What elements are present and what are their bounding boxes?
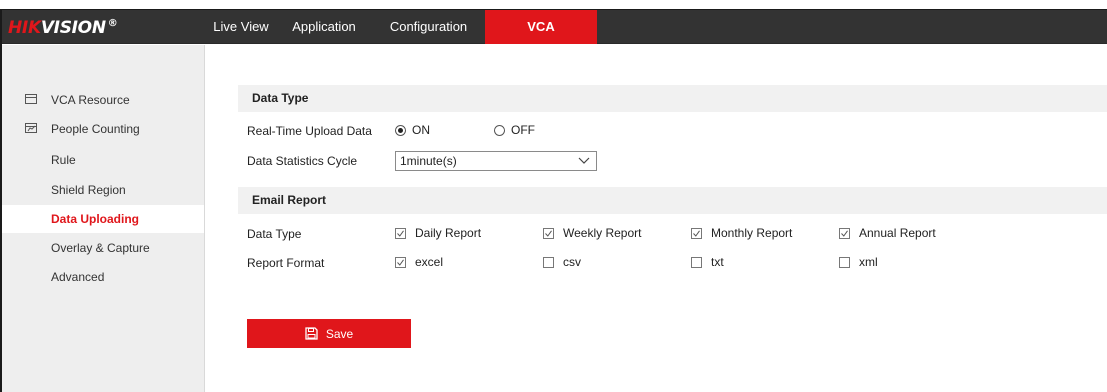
sidebar-item-label: Data Uploading (51, 212, 140, 226)
annual-report-checkbox[interactable]: Annual Report (839, 226, 936, 240)
sidebar-item-label: Rule (51, 153, 76, 167)
realtime-off-radio[interactable]: OFF (494, 123, 535, 137)
save-button[interactable]: Save (247, 319, 411, 348)
nav-configuration[interactable]: Configuration (372, 10, 485, 44)
top-navigation-bar: HIKVISION ® Live View Application Configu… (2, 10, 1107, 44)
sidebar-item-data-uploading[interactable]: Data Uploading (2, 205, 204, 233)
sidebar-group-vca-resource[interactable]: VCA Resource (2, 86, 204, 114)
section-header-email-report: Email Report (238, 187, 1107, 214)
chevron-down-icon (578, 157, 590, 164)
main-nav: Live View Application Configuration VCA (206, 10, 597, 44)
format-xml-checkbox[interactable]: xml (839, 255, 878, 269)
sidebar-item-label: Overlay & Capture (51, 241, 150, 255)
format-excel-checkbox[interactable]: excel (395, 255, 443, 269)
monthly-report-checkbox[interactable]: Monthly Report (691, 226, 792, 240)
app-window: HIKVISION ® Live View Application Configu… (0, 9, 1107, 392)
hikvision-logo: HIKVISION ® (8, 18, 118, 38)
checkbox-checked-icon (839, 227, 850, 239)
checkbox-checked-icon (543, 227, 554, 239)
statistics-cycle-label: Data Statistics Cycle (247, 154, 358, 168)
section-header-data-type: Data Type (238, 85, 1107, 112)
realtime-on-radio[interactable]: ON (395, 123, 430, 137)
weekly-report-checkbox[interactable]: Weekly Report (543, 226, 641, 240)
sidebar-group-label: VCA Resource (51, 93, 130, 107)
sidebar: VCA Resource People Counting Rule Shield… (2, 45, 205, 392)
sidebar-item-rule[interactable]: Rule (2, 146, 204, 174)
nav-vca[interactable]: VCA (485, 10, 597, 44)
sidebar-group-people-counting[interactable]: People Counting (2, 115, 204, 143)
checkbox-unchecked-icon (839, 256, 850, 268)
radio-checked-icon (395, 124, 406, 136)
chart-icon (25, 123, 37, 133)
format-csv-checkbox[interactable]: csv (543, 255, 581, 269)
statistics-cycle-select[interactable]: 1minute(s) (395, 151, 597, 171)
sidebar-item-advanced[interactable]: Advanced (2, 263, 204, 291)
save-button-label: Save (325, 326, 354, 341)
daily-report-checkbox[interactable]: Daily Report (395, 226, 481, 240)
nav-application[interactable]: Application (276, 10, 372, 44)
floppy-disk-icon (305, 327, 318, 340)
sidebar-item-overlay-capture[interactable]: Overlay & Capture (2, 234, 204, 262)
checkbox-checked-icon (395, 227, 406, 239)
sidebar-item-label: Shield Region (51, 183, 126, 197)
statistics-cycle-value: 1minute(s) (400, 154, 457, 168)
report-format-label: Report Format (247, 256, 325, 270)
sidebar-item-label: Advanced (51, 270, 105, 284)
checkbox-checked-icon (395, 256, 406, 268)
checkbox-unchecked-icon (543, 256, 554, 268)
radio-unchecked-icon (494, 124, 505, 136)
email-data-type-label: Data Type (247, 227, 302, 241)
format-txt-checkbox[interactable]: txt (691, 255, 724, 269)
nav-live-view[interactable]: Live View (206, 10, 276, 44)
main-content: Data Type Real-Time Upload Data ON OFF D… (206, 45, 1107, 392)
checkbox-checked-icon (691, 227, 702, 239)
sidebar-item-shield-region[interactable]: Shield Region (2, 176, 204, 204)
checkbox-unchecked-icon (691, 256, 702, 268)
sidebar-group-label: People Counting (51, 122, 140, 136)
monitor-icon (25, 94, 37, 104)
realtime-upload-label: Real-Time Upload Data (247, 124, 372, 138)
